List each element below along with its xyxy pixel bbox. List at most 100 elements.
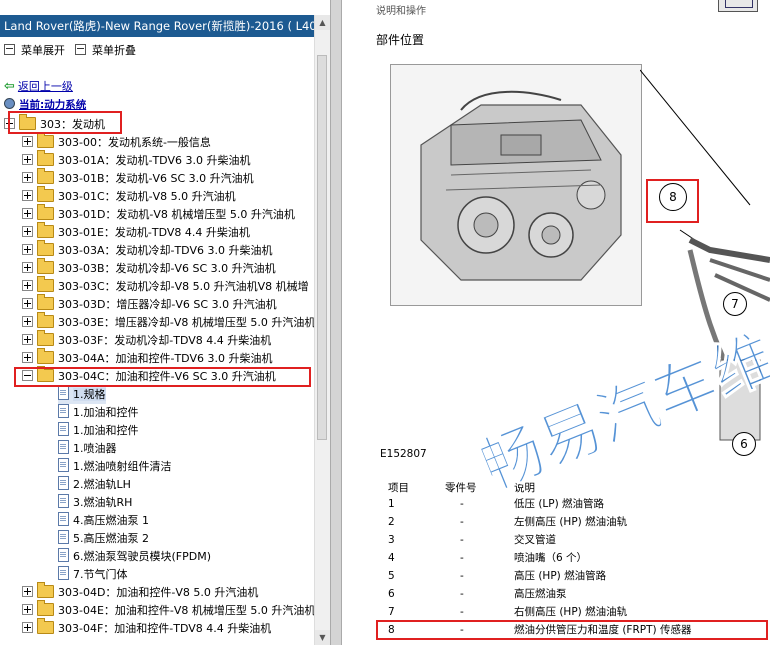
collapse-icon — [75, 44, 86, 55]
expand-node-icon[interactable] — [22, 154, 33, 165]
tree-leaf-label: 1.加油和控件 — [73, 406, 139, 419]
toolbar-button[interactable] — [640, 0, 702, 12]
expand-node-icon[interactable] — [22, 316, 33, 327]
callout-6: 6 — [732, 432, 756, 456]
document-icon — [58, 548, 69, 562]
gear-icon — [4, 98, 15, 109]
pane-splitter[interactable] — [330, 0, 342, 645]
expand-node-icon[interactable] — [22, 604, 33, 615]
back-link-text[interactable]: 返回上一级 — [18, 80, 73, 93]
tree-leaf[interactable]: 3.燃油轨RH — [58, 494, 132, 512]
expand-node-icon[interactable] — [22, 172, 33, 183]
tree-leaf[interactable]: 5.高压燃油泵 2 — [58, 530, 149, 548]
tree-node[interactable]: 303-01A：发动机-TDV6 3.0 升柴油机 — [22, 150, 250, 170]
current-location: 当前:动力系统 — [4, 98, 86, 112]
folder-icon — [37, 186, 54, 202]
tree-node[interactable]: 303-01B：发动机-V6 SC 3.0 升汽油机 — [22, 168, 254, 188]
tree-leaf[interactable]: 4.高压燃油泵 1 — [58, 512, 149, 530]
engine-figure — [390, 64, 642, 306]
tree-node[interactable]: 303-01D：发动机-V8 机械增压型 5.0 升汽油机 — [22, 204, 295, 224]
tree-leaf[interactable]: 7.节气门体 — [58, 566, 128, 584]
table-cell: - — [460, 570, 464, 582]
document-icon — [58, 404, 69, 418]
expand-node-icon[interactable] — [22, 622, 33, 633]
expand-menu-button[interactable]: 菜单展开 — [4, 42, 65, 60]
table-cell: - — [460, 516, 464, 528]
figure-code: E152807 — [380, 448, 427, 460]
window-icon[interactable] — [718, 0, 758, 12]
expand-node-icon[interactable] — [22, 190, 33, 201]
expand-node-icon[interactable] — [22, 262, 33, 273]
expand-node-icon[interactable] — [22, 226, 33, 237]
section-title: 部件位置 — [376, 33, 425, 47]
expand-node-icon[interactable] — [22, 208, 33, 219]
expand-node-icon[interactable] — [22, 298, 33, 309]
scroll-down-icon[interactable]: ▼ — [315, 630, 330, 645]
tree-node[interactable]: 303-01C：发动机-V8 5.0 升汽油机 — [22, 186, 236, 206]
tree-node[interactable]: 303-03C：发动机冷却-V8 5.0 升汽油机V8 机械增 — [22, 276, 309, 296]
table-cell: 高压燃油泵 — [514, 588, 567, 600]
collapse-node-icon[interactable] — [4, 118, 15, 129]
callout-7: 7 — [723, 292, 747, 316]
tree-leaf-label: 2.燃油轨LH — [73, 478, 131, 491]
tree-leaf[interactable]: 1.加油和控件 — [58, 404, 139, 422]
tree-node-label: 303-04E：加油和控件-V8 机械增压型 5.0 升汽油机 — [58, 604, 316, 617]
tree-node-root[interactable]: 303：发动机 — [4, 114, 105, 134]
table-cell: 1 — [388, 498, 395, 510]
folder-icon — [37, 312, 54, 328]
folder-icon — [37, 618, 54, 634]
tree-node-label: 303-00：发动机系统-一般信息 — [58, 136, 211, 149]
scroll-up-icon[interactable]: ▲ — [315, 15, 330, 30]
tree-node[interactable]: 303-03D：增压器冷却-V6 SC 3.0 升汽油机 — [22, 294, 277, 314]
tree-leaf[interactable]: 1.规格 — [58, 386, 106, 404]
tree-node[interactable]: 303-04D：加油和控件-V8 5.0 升汽油机 — [22, 582, 258, 602]
folder-icon — [37, 204, 54, 220]
table-cell: 2 — [388, 516, 395, 528]
engine-illustration — [391, 65, 641, 305]
tree-node[interactable]: 303-03B：发动机冷却-V6 SC 3.0 升汽油机 — [22, 258, 276, 278]
table-cell: - — [460, 534, 464, 546]
tree-node[interactable]: 303-04F：加油和控件-TDV8 4.4 升柴油机 — [22, 618, 271, 638]
table-cell: 6 — [388, 588, 395, 600]
expand-node-icon[interactable] — [22, 136, 33, 147]
tree-node[interactable]: 303-03F：发动机冷却-TDV8 4.4 升柴油机 — [22, 330, 271, 350]
folder-icon — [37, 276, 54, 292]
tree-node-open[interactable]: 303-04C：加油和控件-V6 SC 3.0 升汽油机 — [22, 366, 276, 386]
back-link[interactable]: ⇦ 返回上一级 — [4, 79, 73, 95]
tree-leaf-label: 1.规格 — [73, 388, 106, 401]
tree-leaf-label: 6.燃油泵驾驶员模块(FPDM) — [73, 550, 211, 563]
tree-node[interactable]: 303-00：发动机系统-一般信息 — [22, 132, 211, 152]
tree-node-label: 303-01C：发动机-V8 5.0 升汽油机 — [58, 190, 236, 203]
tree-node[interactable]: 303-03A：发动机冷却-TDV6 3.0 升柴油机 — [22, 240, 272, 260]
tree-scrollbar[interactable]: ▲ ▼ — [314, 15, 330, 645]
tree-leaf[interactable]: 2.燃油轨LH — [58, 476, 131, 494]
callout-8: 8 — [659, 183, 687, 211]
table-cell: 4 — [388, 552, 395, 564]
tree-node[interactable]: 303-03E：增压器冷却-V8 机械增压型 5.0 升汽油机 — [22, 312, 315, 332]
collapse-menu-button[interactable]: 菜单折叠 — [75, 42, 136, 60]
document-icon — [58, 512, 69, 526]
tree-leaf[interactable]: 1.喷油器 — [58, 440, 117, 458]
expand-node-icon[interactable] — [22, 586, 33, 597]
document-icon — [58, 494, 69, 508]
expand-node-icon[interactable] — [22, 280, 33, 291]
table-cell: 低压 (LP) 燃油管路 — [514, 498, 605, 510]
tree-leaf-label: 4.高压燃油泵 1 — [73, 514, 149, 527]
collapse-node-icon[interactable] — [22, 370, 33, 381]
tree-node[interactable]: 303-04A：加油和控件-TDV6 3.0 升柴油机 — [22, 348, 273, 368]
tree-leaf[interactable]: 6.燃油泵驾驶员模块(FPDM) — [58, 548, 211, 566]
tree-node[interactable]: 303-04E：加油和控件-V8 机械增压型 5.0 升汽油机 — [22, 600, 316, 620]
tree-leaf[interactable]: 1.燃油喷射组件清洁 — [58, 458, 172, 476]
table-cell: 左侧高压 (HP) 燃油油轨 — [514, 516, 628, 528]
expand-node-icon[interactable] — [22, 244, 33, 255]
folder-icon — [37, 258, 54, 274]
tree-node-label: 303-04A：加油和控件-TDV6 3.0 升柴油机 — [58, 352, 273, 365]
tree-node[interactable]: 303-01E：发动机-TDV8 4.4 升柴油机 — [22, 222, 250, 242]
folder-icon — [37, 294, 54, 310]
tree-leaf-label: 1.燃油喷射组件清洁 — [73, 460, 172, 473]
expand-node-icon[interactable] — [22, 352, 33, 363]
window-title: Land Rover(路虎)-New Range Rover(新揽胜)-2016… — [0, 15, 328, 37]
tree-leaf[interactable]: 1.加油和控件 — [58, 422, 139, 440]
scroll-thumb[interactable] — [317, 55, 327, 440]
expand-node-icon[interactable] — [22, 334, 33, 345]
